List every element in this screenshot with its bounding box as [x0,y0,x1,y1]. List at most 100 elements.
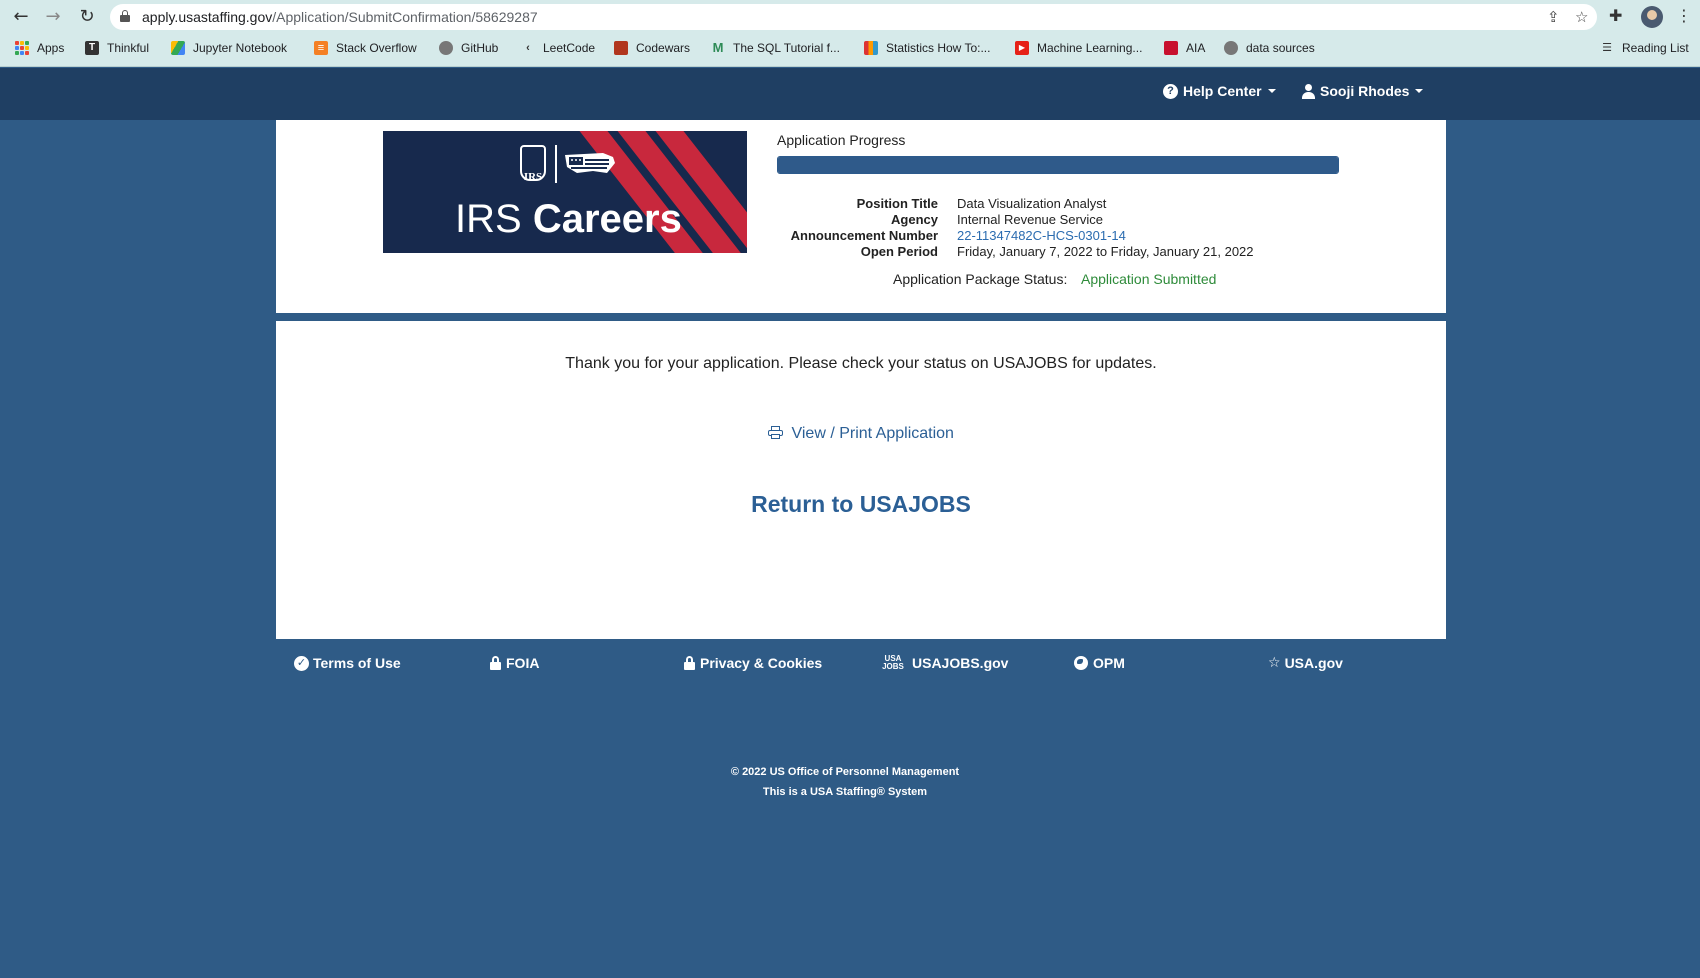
footer-privacy-cookies[interactable]: Privacy & Cookies [684,655,822,671]
info-key: Open Period [860,244,938,259]
bookmark-data-sources[interactable]: data sources [1224,41,1315,55]
bookmark-label: Statistics How To:... [886,41,991,55]
footer-link-label: Privacy & Cookies [700,655,823,671]
bookmark-label: AIA [1186,41,1206,55]
irs-seal-text: IRS [523,171,543,183]
usajobs-icon-bottom: JOBS [882,662,904,671]
panel-divider [276,313,1446,321]
bookmark-label: Stack Overflow [336,41,417,55]
reading-list-icon: ☰ [1602,41,1612,54]
info-value: Internal Revenue Service [957,212,1103,227]
brand-bold-text: Careers [532,197,682,241]
info-key: Agency [891,212,938,227]
package-status-label: Application Package Status: [893,271,1068,287]
globe-icon [1074,656,1088,670]
reading-list[interactable]: ☰ Reading List [1600,41,1689,55]
lock-icon [684,656,695,670]
caret-down-icon [1267,89,1276,93]
lock-icon[interactable] [120,10,130,22]
bookmark-github[interactable]: GitHub [439,41,498,55]
irs-careers-logo: IRS IRS Careers [383,131,747,253]
footer-terms-of-use[interactable]: ✓ Terms of Use [294,655,401,671]
progress-label: Application Progress [777,132,906,148]
check-circle-icon: ✓ [294,655,309,671]
back-arrow-icon[interactable]: ← [10,6,32,28]
stack-overflow-icon: ≡ [314,41,328,55]
application-progress-bar [777,156,1339,174]
bookmark-label: Codewars [636,41,691,55]
reload-icon[interactable]: ↻ [76,6,98,28]
bookmark-label: Jupyter Notebook [193,41,288,55]
system-line: This is a USA Staffing® System [762,786,928,798]
user-menu[interactable]: Sooji Rhodes [1302,83,1424,99]
bookmark-machine-learning[interactable]: ▶ Machine Learning... [1015,41,1142,55]
usajobs-icon: USA JOBS [882,655,904,671]
bookmark-sql-tutorial[interactable]: M The SQL Tutorial f... [711,40,840,56]
bookmark-aia[interactable]: AIA [1164,41,1205,55]
site-header: ? Help Center Sooji Rhodes [0,68,1700,120]
bookmark-stack-overflow[interactable]: ≡ Stack Overflow [314,41,417,55]
return-to-usajobs-link[interactable]: Return to USAJOBS [276,491,1446,518]
bookmark-label: Thinkful [107,41,150,55]
thank-you-message: Thank you for your application. Please c… [565,355,1157,372]
footer-usajobs-gov[interactable]: USA JOBS USAJOBS.gov [882,655,1009,672]
bookmark-apps[interactable]: Apps [15,41,64,55]
footer-opm[interactable]: OPM [1074,655,1125,671]
browser-toolbar: ← → ↻ apply.usastaffing.gov/Application/… [0,0,1700,34]
help-center-menu[interactable]: ? Help Center [1163,83,1276,99]
copyright-line: © 2022 US Office of Personnel Management [730,766,960,778]
thinkful-icon: T [85,41,99,55]
flag-map-icon [565,153,615,173]
irs-careers-wordmark: IRS Careers [455,197,682,242]
star-bookmark-icon[interactable]: ☆ [1575,8,1588,26]
bookmark-jupyter[interactable]: Jupyter Notebook [171,41,287,55]
github-icon [439,41,453,55]
codewars-icon [614,41,628,55]
more-menu-icon[interactable]: ⋮ [1676,6,1692,25]
footer-link-label: Terms of Use [313,655,401,671]
bookmark-label: GitHub [461,41,499,55]
footer-link-label: USAJOBS.gov [912,655,1009,671]
caret-down-icon [1415,89,1424,93]
user-name: Sooji Rhodes [1320,83,1410,99]
url-path: /Application/SubmitConfirmation/58629287 [272,9,538,25]
bookmark-codewars[interactable]: Codewars [614,41,690,55]
profile-avatar[interactable] [1641,6,1663,28]
view-print-application-link[interactable]: View / Print Application [276,425,1446,443]
progress-fill [778,157,1338,173]
user-icon [1302,83,1315,99]
confirmation-panel: Thank you for your application. Please c… [276,321,1446,639]
footer-foia[interactable]: FOIA [490,655,539,671]
bookmark-label: LeetCode [543,41,596,55]
view-print-label: View / Print Application [791,425,954,442]
copyright: © 2022 US Office of Personnel Management… [0,762,1690,802]
bookmark-label: Apps [37,41,65,55]
bookmark-label: Machine Learning... [1037,41,1143,55]
forward-arrow-icon[interactable]: → [42,6,64,28]
bookmark-label: The SQL Tutorial f... [733,41,840,55]
help-center-label: Help Center [1183,83,1262,99]
bookmark-thinkful[interactable]: T Thinkful [85,41,149,55]
address-bar[interactable]: apply.usastaffing.gov/Application/Submit… [110,4,1597,30]
footer-usa-gov[interactable]: ☆ USA.gov [1268,655,1343,671]
apps-grid-icon [15,41,29,55]
lock-icon [490,656,501,670]
info-value: Data Visualization Analyst [957,196,1107,211]
footer-link-label: OPM [1093,655,1125,671]
sql-tutorial-icon: M [712,40,724,55]
share-icon[interactable]: ⇪ [1547,8,1560,26]
reading-list-label: Reading List [1622,41,1689,55]
bookmark-statistics[interactable]: Statistics How To:... [864,41,990,55]
announcement-number-link[interactable]: 22-11347482C-HCS-0301-14 [957,228,1126,243]
brand-light-text: IRS [455,197,522,241]
extensions-puzzle-icon[interactable]: ✚ [1609,6,1622,25]
info-key: Position Title [856,196,938,211]
url-domain: apply.usastaffing.gov [142,9,273,25]
footer-link-label: USA.gov [1284,655,1343,671]
question-circle-icon: ? [1163,83,1178,99]
bookmark-leetcode[interactable]: ‹ LeetCode [521,41,595,55]
info-value: Friday, January 7, 2022 to Friday, Janua… [957,244,1254,259]
star-icon: ☆ [1268,655,1281,671]
aia-icon [1164,41,1178,55]
package-status-value: Application Submitted [1081,271,1217,287]
